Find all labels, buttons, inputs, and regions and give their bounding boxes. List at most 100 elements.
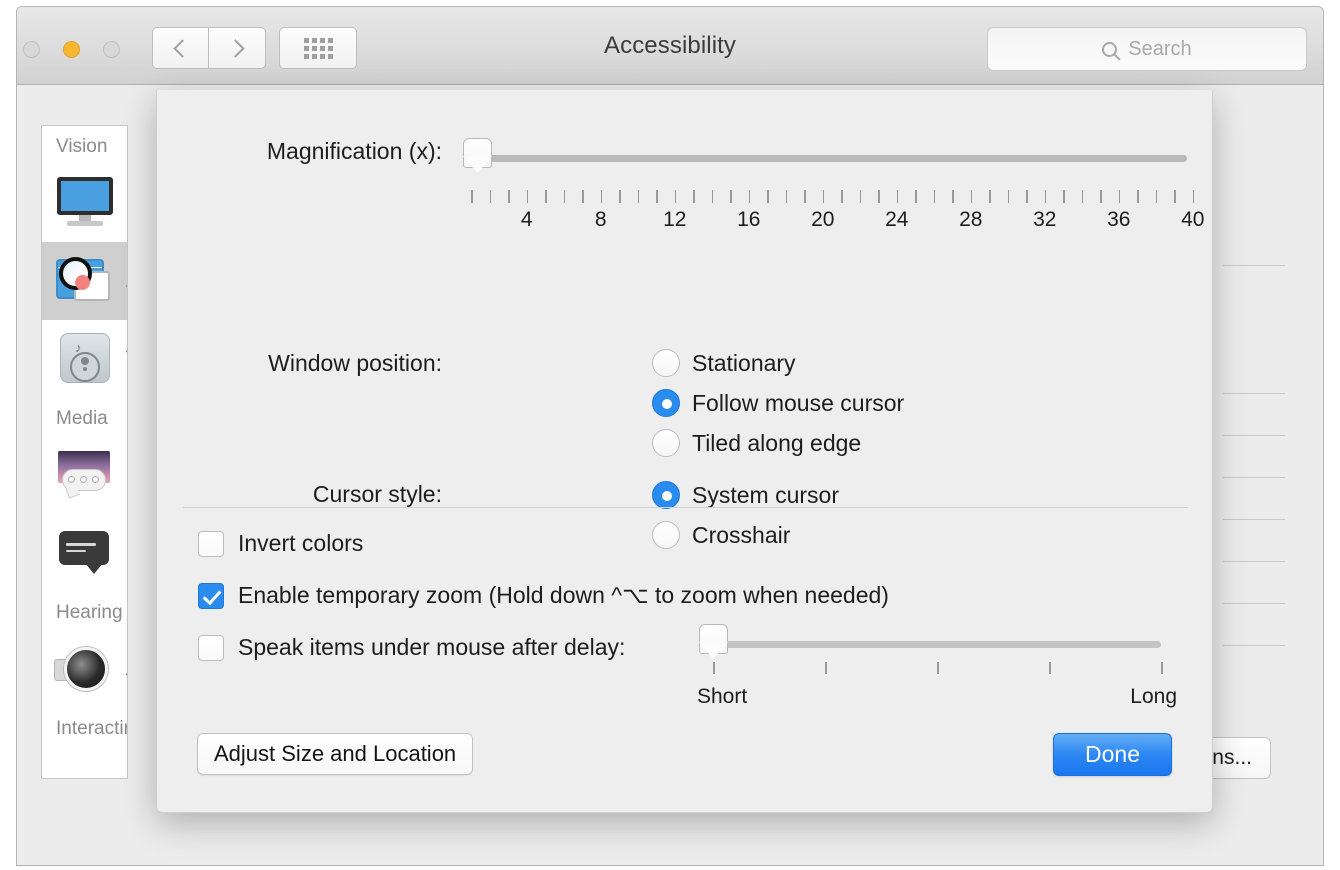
pane-divider	[1223, 393, 1285, 394]
radio-button[interactable]	[652, 389, 680, 417]
radio-crosshair[interactable]: Crosshair	[652, 521, 790, 549]
slider-tick-label: 16	[737, 208, 761, 231]
window-titlebar: Accessibility Search	[17, 7, 1323, 85]
radio-button[interactable]	[652, 481, 680, 509]
slider-tick	[952, 190, 954, 203]
sidebar-item-descriptions[interactable]: Descriptions	[42, 436, 127, 514]
slider-tick-label: 36	[1107, 208, 1131, 231]
slider-tick-label: 28	[959, 208, 983, 231]
radio-label: Follow mouse cursor	[692, 389, 905, 416]
cursor-style-label-row: Cursor style:	[227, 481, 442, 508]
checkbox[interactable]	[198, 634, 224, 661]
slider-tick	[915, 190, 917, 203]
radio-follow-mouse-cursor[interactable]: Follow mouse cursor	[652, 389, 904, 417]
radio-label: Tiled along edge	[692, 429, 862, 456]
sidebar-item-voiceover[interactable]: ♪ VoiceOver	[42, 320, 127, 398]
radio-label: Stationary	[692, 349, 796, 376]
sidebar-item-display[interactable]: Display	[42, 164, 127, 242]
sidebar-item-label: Zoom	[126, 269, 127, 293]
speak-delay-max-label: Long	[1130, 685, 1177, 708]
slider-tick	[471, 190, 473, 203]
slider-tick	[489, 190, 492, 203]
sidebar-item-label: Captions	[126, 541, 127, 565]
checkbox-label: Enable temporary zoom (Hold down ^⌥ to z…	[238, 582, 889, 608]
search-input[interactable]: Search	[987, 27, 1307, 71]
slider-tick	[508, 190, 510, 203]
slider-tick	[693, 190, 695, 203]
slider-tick-label: 8	[594, 208, 607, 231]
adjust-size-and-location-button[interactable]: Adjust Size and Location	[197, 733, 474, 775]
radio-button[interactable]	[652, 349, 680, 377]
slider-tick	[1174, 190, 1176, 203]
accessibility-feature-list[interactable]: Vision Display Zoom ♪	[41, 125, 128, 779]
done-button[interactable]: Done	[1053, 733, 1172, 776]
slider-tick-label: 24	[885, 208, 909, 231]
window-position-label: Window position:	[268, 350, 442, 376]
slider-tick	[1161, 662, 1163, 674]
slider-tick	[656, 190, 658, 203]
pane-divider	[1223, 603, 1285, 604]
slider-tick	[674, 190, 677, 203]
slider-tick	[896, 190, 899, 203]
slider-tick	[933, 190, 936, 203]
radio-tiled-along-edge[interactable]: Tiled along edge	[652, 429, 861, 457]
desktop-background: Accessibility Search Vision Display	[0, 0, 1340, 870]
slider-tick-label: 12	[663, 208, 687, 231]
system-preferences-window: Accessibility Search Vision Display	[16, 6, 1324, 866]
zoom-icon	[54, 253, 116, 309]
sidebar-group-interacting: Interacting	[56, 718, 127, 739]
slider-tick	[825, 662, 827, 674]
sidebar-item-zoom[interactable]: Zoom	[42, 242, 127, 320]
pane-divider	[1223, 435, 1285, 436]
checkbox-label: Invert colors	[238, 530, 364, 556]
slider-tick	[730, 190, 732, 203]
checkbox-enable-temporary-zoom[interactable]: Enable temporary zoom (Hold down ^⌥ to z…	[198, 582, 889, 609]
checkbox-label: Speak items under mouse after delay:	[238, 634, 626, 660]
sidebar-item-captions[interactable]: Captions	[42, 514, 127, 592]
sidebar-group-vision: Vision	[56, 136, 108, 157]
pane-divider	[1223, 477, 1285, 478]
slider-tick	[970, 190, 973, 203]
search-placeholder: Search	[1128, 37, 1192, 60]
sidebar-group-hearing: Hearing	[56, 602, 123, 623]
captions-icon	[54, 525, 116, 581]
slider-tick	[619, 190, 621, 203]
checkbox[interactable]	[198, 582, 224, 609]
slider-tick	[822, 190, 825, 203]
radio-system-cursor[interactable]: System cursor	[652, 481, 839, 509]
search-icon	[1102, 41, 1118, 57]
magnification-slider[interactable]	[463, 138, 1187, 168]
magnification-slider-thumb[interactable]	[463, 138, 492, 168]
slider-tick	[937, 662, 939, 674]
radio-label: System cursor	[692, 481, 839, 508]
slider-tick-label: 32	[1033, 208, 1057, 231]
slider-tick	[748, 190, 751, 203]
sidebar-item-audio[interactable]: Audio	[42, 630, 127, 708]
slider-tick	[989, 190, 991, 203]
slider-tick	[1026, 190, 1028, 203]
slider-tick	[713, 662, 715, 674]
checkbox[interactable]	[198, 530, 224, 557]
slider-tick	[545, 190, 547, 203]
sheet-divider	[183, 507, 1188, 508]
radio-button[interactable]	[652, 429, 680, 457]
radio-button[interactable]	[652, 521, 680, 549]
slider-tick	[878, 190, 880, 203]
slider-tick	[582, 190, 584, 203]
cursor-style-label: Cursor style:	[312, 481, 442, 507]
window-position-label-row: Window position:	[227, 350, 442, 377]
speak-delay-slider-thumb[interactable]	[699, 624, 728, 654]
slider-tick	[711, 190, 714, 203]
magnification-label-row: Magnification (x):	[227, 138, 442, 165]
radio-stationary[interactable]: Stationary	[652, 349, 796, 377]
sidebar-item-label: Descriptions	[126, 463, 127, 487]
checkbox-speak-items-under-mouse[interactable]: Speak items under mouse after delay:	[198, 634, 625, 661]
speak-delay-slider[interactable]	[699, 624, 1161, 654]
slider-tick-label: 20	[811, 208, 835, 231]
slider-tick	[1007, 190, 1010, 203]
slider-tick-label: 4	[520, 208, 533, 231]
slider-tick	[1137, 190, 1139, 203]
checkbox-invert-colors[interactable]: Invert colors	[198, 530, 363, 557]
slider-tick	[600, 190, 603, 203]
voiceover-icon: ♪	[54, 331, 116, 387]
